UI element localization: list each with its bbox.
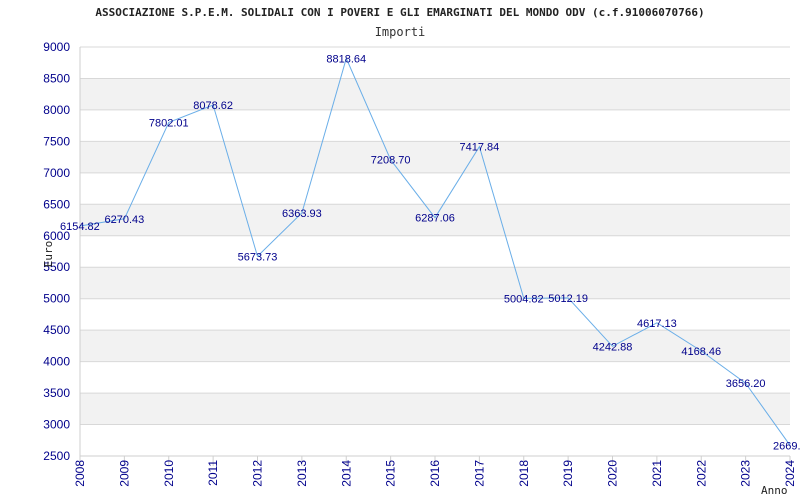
y-tick-label: 7000 <box>43 166 70 180</box>
data-label: 8078.62 <box>193 100 233 112</box>
x-tick-label: 2019 <box>561 460 575 487</box>
data-label: 7802.01 <box>149 117 189 129</box>
y-tick-label: 5000 <box>43 292 70 306</box>
y-axis-label: Euro <box>42 241 55 268</box>
y-tick-label: 9000 <box>43 40 70 54</box>
x-tick-label: 2021 <box>650 460 664 487</box>
y-tick-label: 7500 <box>43 134 70 148</box>
grid-band <box>80 141 790 173</box>
x-axis-label: Anno <box>761 484 788 497</box>
y-tick-label: 6500 <box>43 197 70 211</box>
y-tick-label: 3500 <box>43 386 70 400</box>
data-label: 4242.88 <box>593 341 633 353</box>
x-tick-label: 2009 <box>117 460 131 487</box>
data-label: 5012.19 <box>548 293 588 305</box>
grid-band <box>80 393 790 425</box>
x-tick-label: 2022 <box>694 460 708 487</box>
x-tick-label: 2024 <box>783 460 797 487</box>
data-label: 6363.93 <box>282 208 322 220</box>
y-tick-label: 3000 <box>43 418 70 432</box>
x-tick-label: 2016 <box>428 460 442 487</box>
y-tick-label: 2500 <box>43 449 70 463</box>
data-label: 4168.46 <box>681 346 721 358</box>
y-tick-label: 8500 <box>43 71 70 85</box>
line-chart: 2500300035004000450050005500600065007000… <box>42 40 800 497</box>
x-tick-label: 2008 <box>73 460 87 487</box>
data-label: 3656.20 <box>726 378 766 390</box>
data-label: 7417.84 <box>459 142 499 154</box>
x-tick-label: 2017 <box>472 460 486 487</box>
y-tick-label: 4500 <box>43 323 70 337</box>
y-tick-label: 8000 <box>43 103 70 117</box>
x-tick-label: 2013 <box>295 460 309 487</box>
grid-bands <box>80 78 790 425</box>
data-label: 5004.82 <box>504 293 544 305</box>
y-tick-label: 4000 <box>43 355 70 369</box>
x-axis-ticks: 2008 2009 2010 2011 2012 2013 2014 2015 2016 2017… <box>73 460 797 487</box>
grid-band <box>80 78 790 110</box>
data-label: 2669.9 <box>773 440 800 452</box>
data-label: 4617.13 <box>637 318 677 330</box>
x-tick-label: 2010 <box>162 460 176 487</box>
data-label: 8818.64 <box>326 53 366 65</box>
data-label: 6154.82 <box>60 221 100 233</box>
x-tick-label: 2018 <box>517 460 531 487</box>
data-label: 5673.73 <box>238 251 278 263</box>
x-tick-label: 2023 <box>739 460 753 487</box>
data-label: 6287.06 <box>415 213 455 225</box>
x-tick-label: 2011 <box>206 460 220 486</box>
data-label: 6270.43 <box>104 214 144 226</box>
data-label: 7208.70 <box>371 155 411 167</box>
x-tick-label: 2020 <box>606 460 620 487</box>
grid-band <box>80 267 790 299</box>
x-tick-label: 2015 <box>384 460 398 487</box>
data-labels: 6154.82 6270.43 7802.01 8078.62 5673.73 6363.… <box>60 53 800 452</box>
x-tick-label: 2012 <box>251 460 265 487</box>
x-tick-label: 2014 <box>339 460 353 487</box>
